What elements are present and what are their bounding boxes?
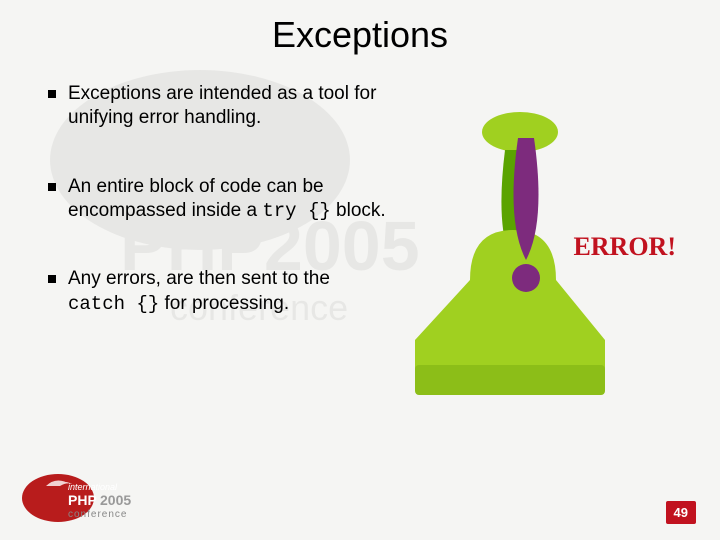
bullet-text: Exceptions are intended as a tool for un… xyxy=(68,83,376,128)
logo-text-php: PHP xyxy=(68,492,97,508)
code-text: try {} xyxy=(262,200,330,222)
list-item: An entire block of code can be encompass… xyxy=(48,175,388,224)
list-item: Any errors, are then sent to the catch {… xyxy=(48,267,388,316)
list-item: Exceptions are intended as a tool for un… xyxy=(48,82,388,131)
bullet-square-icon xyxy=(48,183,56,191)
code-text: catch {} xyxy=(68,293,159,315)
logo-text-year: 2005 xyxy=(100,492,131,508)
bullet-square-icon xyxy=(48,275,56,283)
bullet-square-icon xyxy=(48,90,56,98)
logo-text-line3: conference xyxy=(68,509,127,520)
stamp-graphic xyxy=(400,110,700,420)
page-number: 49 xyxy=(666,501,696,524)
bullet-text: block. xyxy=(331,200,386,221)
bullet-text: Any errors, are then sent to the xyxy=(68,268,330,289)
slide: PHP2005 conference Exceptions Exceptions… xyxy=(0,0,720,540)
bullet-text: for processing. xyxy=(159,293,289,314)
conference-logo: international PHP 2005 conference xyxy=(20,470,150,526)
slide-title: Exceptions xyxy=(0,0,720,56)
error-label: ERROR! xyxy=(573,232,676,262)
logo-text-line1: international xyxy=(68,482,118,492)
bullet-list: Exceptions are intended as a tool for un… xyxy=(48,82,388,360)
